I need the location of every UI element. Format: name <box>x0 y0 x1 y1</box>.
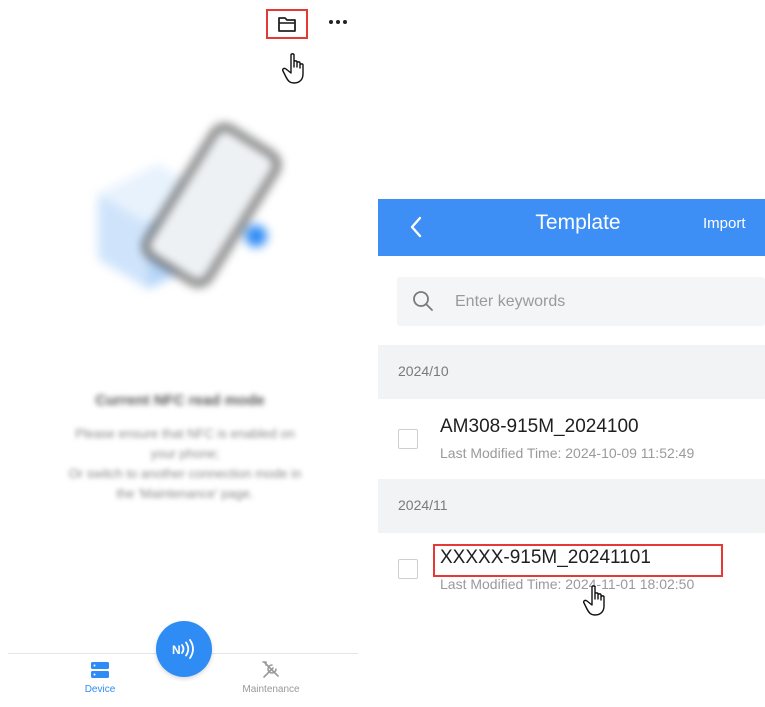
group-header-2024-11: 2024/11 <box>378 479 765 533</box>
nav-maintenance-label: Maintenance <box>242 684 300 695</box>
nfc-desc-line: the 'Maintenance' page. <box>116 486 254 501</box>
template-list-item[interactable]: AM308-915M_2024100 Last Modified Time: 2… <box>378 399 765 489</box>
nfc-mode-title: Current NFC read mode <box>95 392 265 409</box>
more-dot <box>336 20 340 24</box>
nfc-read-button[interactable]: N <box>156 621 212 677</box>
back-button[interactable] <box>402 212 430 242</box>
import-button[interactable]: Import <box>703 199 746 251</box>
nfc-icon: N <box>172 639 194 659</box>
nav-device-label: Device <box>84 684 116 695</box>
group-header-2024-10: 2024/10 <box>378 345 765 399</box>
selected-template-highlight <box>433 544 723 577</box>
nfc-desc-line: your phone; <box>150 446 220 461</box>
more-menu-button[interactable] <box>326 12 350 32</box>
template-modified-time: Last Modified Time: 2024-11-01 18:02:50 <box>440 576 695 592</box>
template-name: AM308-915M_2024100 <box>440 416 639 437</box>
nav-tab-device[interactable]: Device <box>70 659 130 695</box>
device-icon <box>91 662 109 678</box>
template-folder-button[interactable] <box>266 9 308 39</box>
folder-icon <box>278 17 296 32</box>
nav-tab-maintenance[interactable]: Maintenance <box>226 659 316 695</box>
template-modified-time: Last Modified Time: 2024-10-09 11:52:49 <box>440 445 695 461</box>
device-screen: Current NFC read mode Please ensure that… <box>0 0 360 707</box>
item-checkbox[interactable] <box>398 559 418 579</box>
nfc-desc-line: Or switch to another connection mode in <box>68 466 302 481</box>
nfc-mode-description: Please ensure that NFC is enabled on you… <box>40 424 330 504</box>
wrench-screwdriver-icon <box>262 661 279 678</box>
svg-text:N: N <box>172 643 181 657</box>
hand-cursor-icon <box>583 585 605 616</box>
chevron-left-icon <box>410 216 422 238</box>
header-bar: Template Import <box>378 199 765 256</box>
item-checkbox[interactable] <box>398 429 418 449</box>
search-icon <box>413 291 433 311</box>
search-box[interactable] <box>397 277 765 326</box>
more-dot <box>343 20 347 24</box>
more-dots-icon <box>329 20 333 24</box>
nfc-phone-illustration <box>98 124 280 289</box>
search-input[interactable] <box>455 277 735 326</box>
nfc-desc-line: Please ensure that NFC is enabled on <box>75 426 295 441</box>
hand-cursor-icon <box>282 53 304 84</box>
template-screen: Template Import 2024/10 AM308-915M_20241… <box>378 199 765 707</box>
